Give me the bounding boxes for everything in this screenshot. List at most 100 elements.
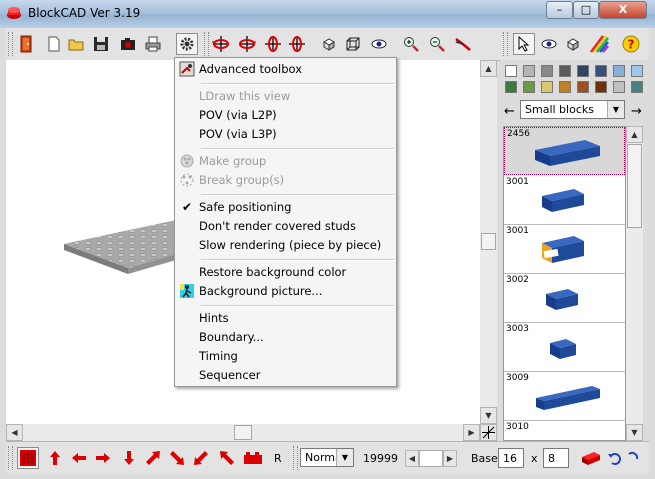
redo-button[interactable] bbox=[626, 447, 640, 469]
slider-right-button[interactable]: ▶ bbox=[443, 450, 457, 467]
menu-item-boundary[interactable]: Boundary... bbox=[177, 328, 394, 347]
color-swatch[interactable] bbox=[577, 81, 589, 93]
list-item[interactable]: 3002 bbox=[504, 274, 625, 323]
scroll-thumb[interactable] bbox=[234, 425, 252, 440]
zoom-out-button[interactable] bbox=[426, 33, 448, 55]
move-up-right-button[interactable] bbox=[142, 447, 164, 469]
color-swatch[interactable] bbox=[541, 65, 553, 77]
move-up-button[interactable] bbox=[44, 447, 66, 469]
color-swatch[interactable] bbox=[613, 81, 625, 93]
maximize-button[interactable]: □ bbox=[573, 1, 599, 19]
scroll-down-button[interactable]: ▼ bbox=[480, 407, 497, 424]
move-down-button[interactable] bbox=[118, 447, 140, 469]
measure-button[interactable] bbox=[452, 33, 474, 55]
menu-item-timing[interactable]: Timing bbox=[177, 347, 394, 366]
menu-item-slow-rendering[interactable]: Slow rendering (piece by piece) bbox=[177, 236, 394, 255]
blue-brick-1x8 bbox=[536, 386, 600, 410]
base-width-field[interactable]: 16 bbox=[498, 448, 524, 468]
scroll-down-button[interactable]: ▼ bbox=[626, 424, 643, 441]
wireframe-button[interactable] bbox=[342, 33, 364, 55]
zoom-in-button[interactable] bbox=[400, 33, 422, 55]
color-picker-button[interactable] bbox=[588, 33, 610, 55]
menu-item-background-picture[interactable]: Background picture... bbox=[177, 282, 394, 301]
color-swatch[interactable] bbox=[577, 65, 589, 77]
piece-view-button[interactable] bbox=[562, 33, 584, 55]
list-item[interactable]: 3010 bbox=[504, 421, 625, 440]
canvas-horizontal-scrollbar[interactable]: ◀ ▶ bbox=[6, 424, 480, 441]
rotate-up-button[interactable] bbox=[262, 33, 284, 55]
list-item[interactable]: 3001 bbox=[504, 225, 625, 274]
prev-set-arrow-icon[interactable]: ← bbox=[504, 104, 515, 119]
color-swatch[interactable] bbox=[613, 65, 625, 77]
help-button[interactable]: ? bbox=[620, 33, 642, 55]
save-button[interactable] bbox=[90, 33, 112, 55]
select-tool-button[interactable] bbox=[513, 33, 535, 55]
color-swatch[interactable] bbox=[631, 81, 643, 93]
open-button[interactable] bbox=[65, 33, 87, 55]
menu-item-restore-background[interactable]: Restore background color bbox=[177, 263, 394, 282]
canvas-vertical-scrollbar[interactable]: ▲ ▼ bbox=[480, 60, 497, 424]
menu-item-break-groups[interactable]: Break group(s) bbox=[177, 171, 394, 190]
menu-item-safe-positioning[interactable]: ✔ Safe positioning bbox=[177, 198, 394, 217]
scroll-up-button[interactable]: ▲ bbox=[480, 60, 497, 77]
block-list-scrollbar[interactable]: ▲ ▼ bbox=[626, 126, 643, 441]
scroll-corner-crosshair[interactable] bbox=[480, 424, 497, 441]
slider-left-button[interactable]: ◀ bbox=[405, 450, 419, 467]
close-button[interactable]: X bbox=[599, 1, 647, 19]
undo-button[interactable] bbox=[604, 447, 626, 469]
new-button[interactable] bbox=[43, 33, 65, 55]
move-left-button[interactable] bbox=[68, 447, 90, 469]
rotate-up-icon bbox=[265, 36, 281, 52]
color-swatch[interactable] bbox=[631, 65, 643, 77]
next-set-arrow-icon[interactable]: → bbox=[631, 104, 642, 119]
view-eye-button[interactable] bbox=[368, 33, 390, 55]
menu-item-pov-l2p[interactable]: POV (via L2P) bbox=[177, 106, 394, 125]
color-swatch[interactable] bbox=[559, 65, 571, 77]
color-swatch[interactable] bbox=[523, 65, 535, 77]
block-set-dropdown[interactable]: Small blocks ▼ bbox=[520, 100, 625, 119]
base-depth-field[interactable]: 8 bbox=[543, 448, 569, 468]
place-brick-button[interactable] bbox=[242, 447, 264, 469]
move-down-left-button[interactable] bbox=[190, 447, 212, 469]
menu-item-hints[interactable]: Hints bbox=[177, 309, 394, 328]
slider-track[interactable] bbox=[419, 450, 443, 467]
rotate-left-button[interactable] bbox=[210, 33, 232, 55]
color-swatch[interactable] bbox=[595, 65, 607, 77]
menu-item-sequencer[interactable]: Sequencer bbox=[177, 366, 394, 385]
menu-item-covered-studs[interactable]: Don't render covered studs bbox=[177, 217, 394, 236]
color-swatch[interactable] bbox=[559, 81, 571, 93]
list-item[interactable]: 3001 bbox=[504, 176, 625, 225]
scroll-left-button[interactable]: ◀ bbox=[6, 424, 23, 441]
scroll-thumb[interactable] bbox=[481, 233, 496, 250]
view-block-button[interactable] bbox=[318, 33, 340, 55]
rotate-right-button[interactable] bbox=[236, 33, 258, 55]
grid-move-button[interactable] bbox=[17, 447, 39, 469]
color-swatch[interactable] bbox=[505, 65, 517, 77]
scroll-thumb[interactable] bbox=[627, 144, 642, 228]
mode-dropdown[interactable]: Norma ▼ bbox=[300, 448, 354, 467]
color-swatch[interactable] bbox=[505, 81, 517, 93]
exit-button[interactable] bbox=[15, 33, 37, 55]
move-down-right-button[interactable] bbox=[166, 447, 188, 469]
menu-item-make-group[interactable]: Make group bbox=[177, 152, 394, 171]
move-up-left-button[interactable] bbox=[216, 447, 238, 469]
list-item[interactable]: 3003 bbox=[504, 323, 625, 372]
list-item[interactable]: 2456 bbox=[504, 127, 625, 175]
rotate-down-button[interactable] bbox=[286, 33, 308, 55]
screenshot-button[interactable] bbox=[117, 33, 139, 55]
list-item[interactable]: 3009 bbox=[504, 372, 625, 421]
menu-item-pov-l3p[interactable]: POV (via L3P) bbox=[177, 125, 394, 144]
scroll-right-button[interactable]: ▶ bbox=[463, 424, 480, 441]
menu-item-advanced-toolbox[interactable]: Advanced toolbox bbox=[177, 60, 394, 79]
move-right-button[interactable] bbox=[92, 447, 114, 469]
look-button[interactable] bbox=[538, 33, 560, 55]
minimize-button[interactable]: – bbox=[546, 1, 573, 19]
print-button[interactable] bbox=[142, 33, 164, 55]
settings-button[interactable] bbox=[176, 33, 198, 55]
apply-base-button[interactable] bbox=[580, 447, 602, 469]
scroll-up-button[interactable]: ▲ bbox=[626, 126, 643, 143]
menu-item-ldraw-view[interactable]: LDraw this view bbox=[177, 87, 394, 106]
color-swatch[interactable] bbox=[523, 81, 535, 93]
color-swatch[interactable] bbox=[595, 81, 607, 93]
color-swatch[interactable] bbox=[541, 81, 553, 93]
